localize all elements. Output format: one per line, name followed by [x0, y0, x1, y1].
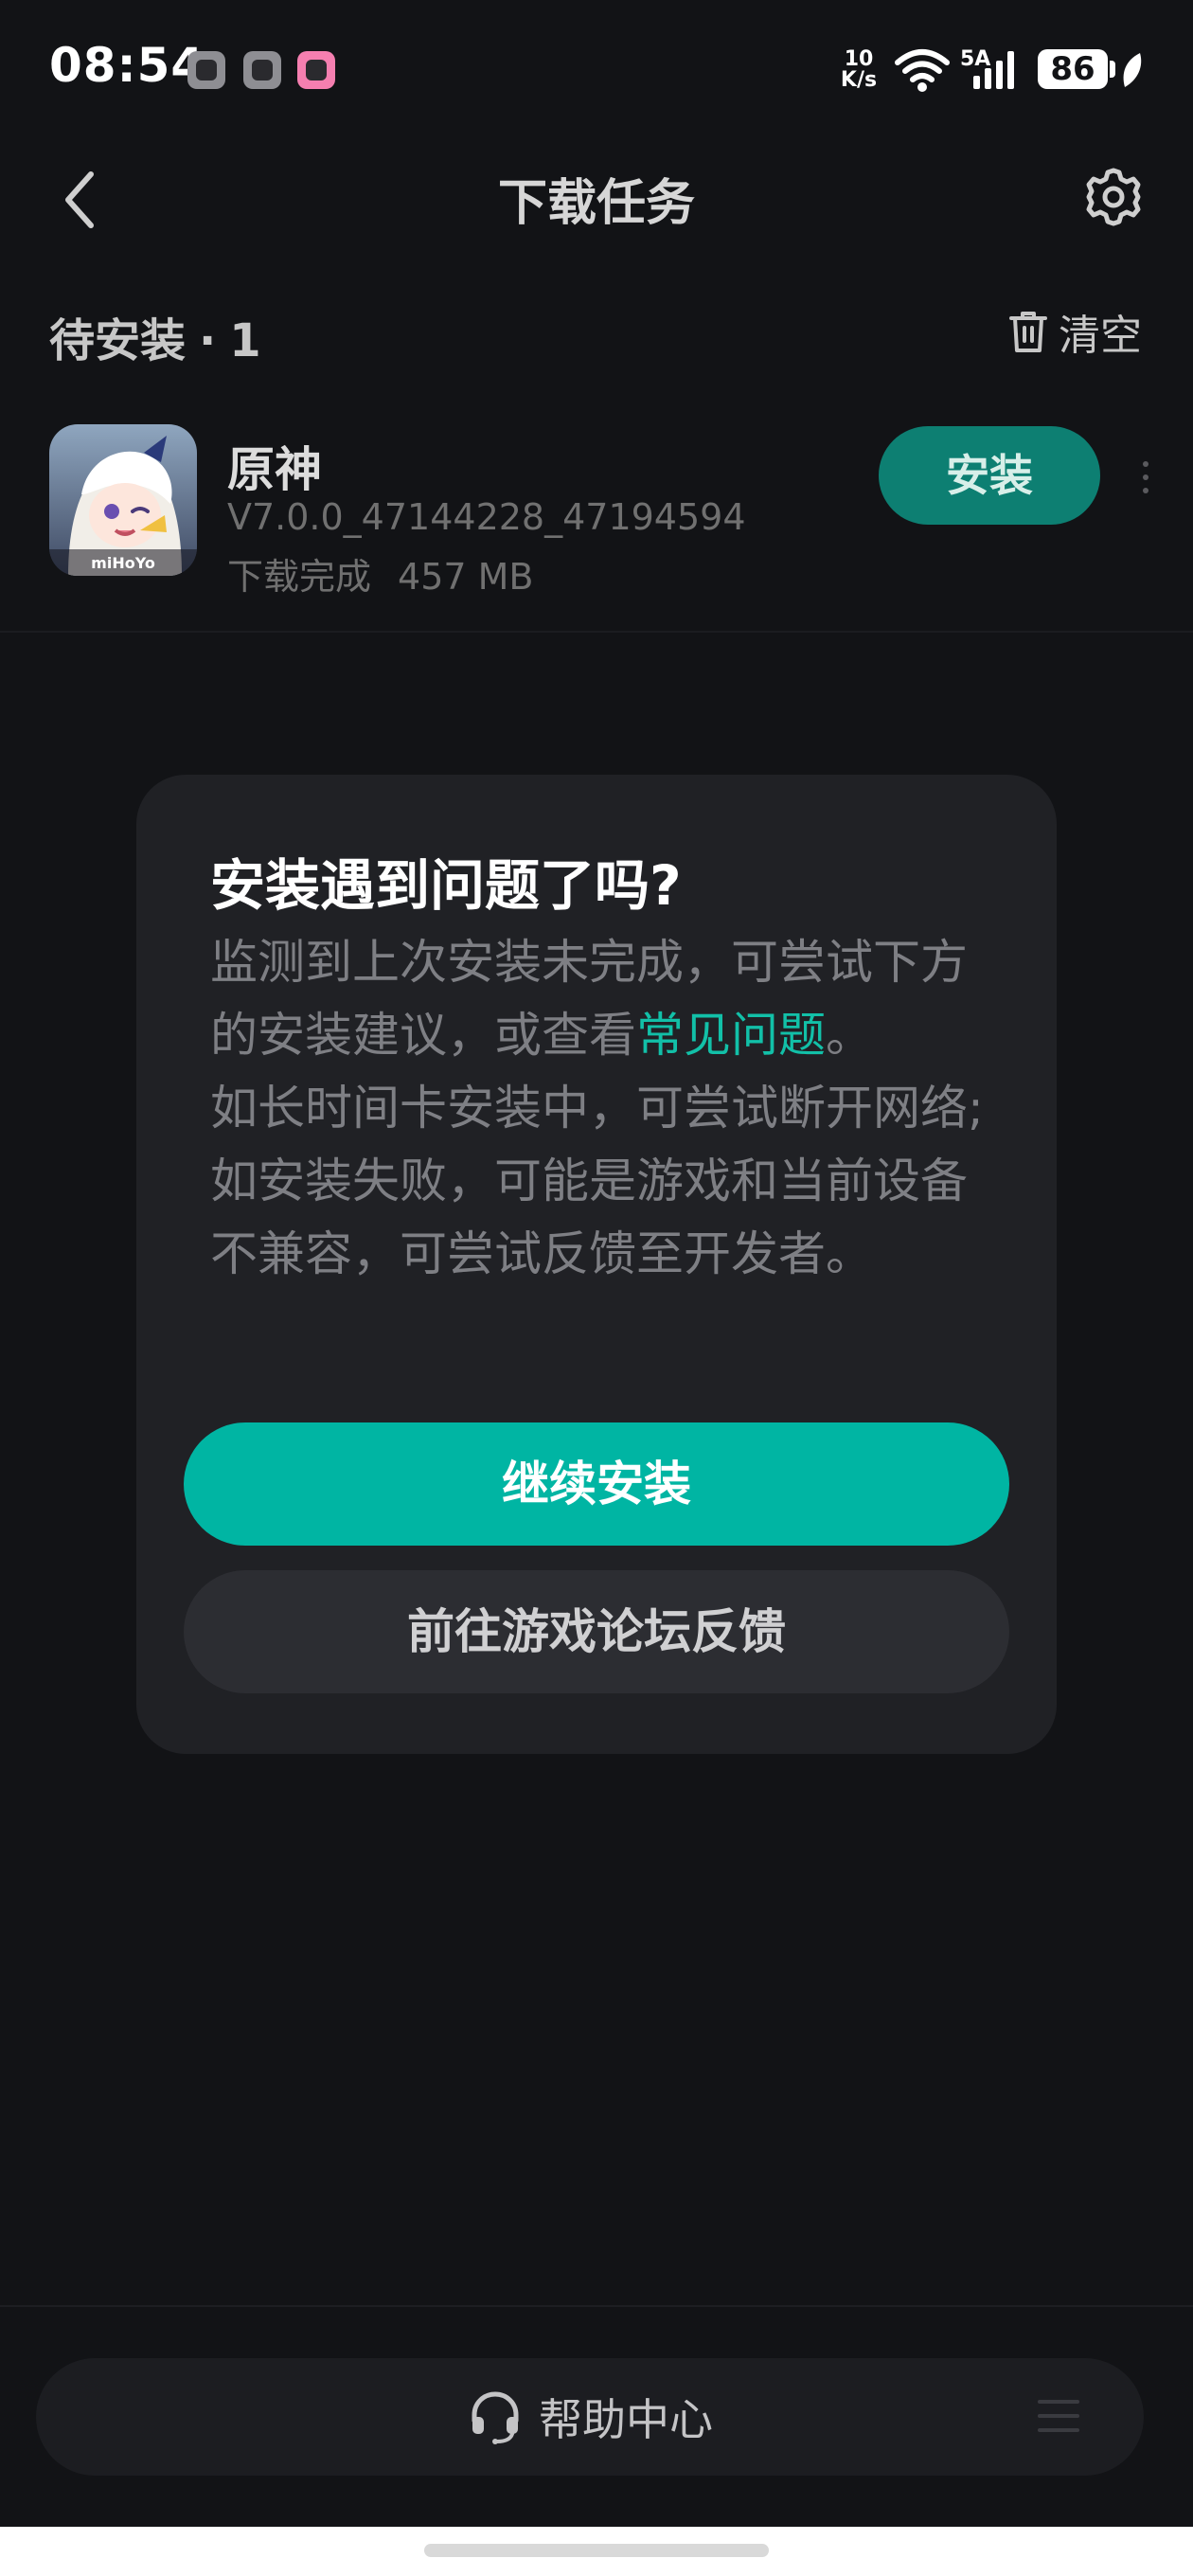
- notification-message-icon: [187, 51, 225, 89]
- faq-link[interactable]: 常见问题: [636, 1008, 826, 1063]
- forum-feedback-button[interactable]: 前往游戏论坛反馈: [184, 1570, 1009, 1693]
- clear-button-label: 清空: [1059, 312, 1142, 360]
- dialog-body-line3: 如安装失败，可能是游戏和当前设备不兼容，可尝试反馈至开发者。: [210, 1154, 968, 1281]
- app-icon[interactable]: miHoYo: [49, 424, 197, 576]
- dialog-body: 监测到上次安装未完成，可尝试下方的安装建议，或查看常见问题。 如长时间卡安装中，…: [210, 926, 987, 1291]
- more-options-icon[interactable]: [1140, 458, 1151, 496]
- status-time: 08:54: [49, 38, 205, 93]
- battery-indicator: 86: [1038, 49, 1108, 89]
- battery-tip: [1110, 61, 1115, 78]
- section-title: 待安装 · 1: [49, 303, 261, 369]
- menu-icon[interactable]: [1038, 2400, 1079, 2432]
- page-title: 下载任务: [497, 175, 695, 232]
- download-size: 457 MB: [398, 556, 534, 598]
- home-indicator[interactable]: [424, 2544, 769, 2557]
- gear-icon[interactable]: [1083, 167, 1144, 227]
- network-speed-value: 10: [844, 47, 874, 71]
- section-title-label: 待安装: [49, 314, 187, 367]
- dialog-title: 安装遇到问题了吗?: [210, 853, 682, 918]
- headset-icon: [472, 2391, 519, 2444]
- clear-button[interactable]: 清空: [1007, 305, 1142, 360]
- app-icon-brand: miHoYo: [91, 554, 155, 572]
- wifi-icon: [895, 49, 950, 92]
- section-separator: ·: [199, 314, 217, 367]
- leaf-icon: [1123, 53, 1142, 87]
- dialog-body-period: 。: [826, 1008, 873, 1063]
- help-center-label: 帮助中心: [539, 2394, 713, 2445]
- bottom-divider: [0, 2305, 1193, 2307]
- network-speed: 10 K/s: [837, 49, 881, 91]
- notification-tiktok-icon: [297, 51, 335, 89]
- screen: 08:54 10 K/s 5A 86 下载任务 待安装 · 1 清空 miHoY…: [0, 0, 1193, 2576]
- notification-cloud-icon: [243, 51, 281, 89]
- help-center-content: 帮助中心: [36, 2358, 1144, 2476]
- app-name: 原神: [227, 442, 322, 497]
- continue-install-button[interactable]: 继续安装: [184, 1422, 1009, 1546]
- download-status-label: 下载完成: [227, 556, 372, 598]
- install-problem-dialog: 安装遇到问题了吗? 监测到上次安装未完成，可尝试下方的安装建议，或查看常见问题。…: [136, 775, 1057, 1754]
- install-button[interactable]: 安装: [879, 426, 1100, 525]
- section-count: 1: [229, 314, 261, 367]
- cellular-signal-icon: [973, 51, 1014, 89]
- app-download-status: 下载完成 457 MB: [227, 547, 533, 599]
- help-center-bar[interactable]: 帮助中心: [36, 2358, 1144, 2476]
- app-version: V7.0.0_47144228_47194594: [227, 496, 746, 538]
- trash-icon: [1009, 312, 1047, 352]
- status-bar: 08:54 10 K/s 5A 86: [0, 0, 1193, 142]
- divider: [0, 631, 1193, 633]
- dialog-body-line2: 如长时间卡安装中，可尝试断开网络;: [210, 1081, 984, 1136]
- network-speed-unit: K/s: [840, 68, 878, 92]
